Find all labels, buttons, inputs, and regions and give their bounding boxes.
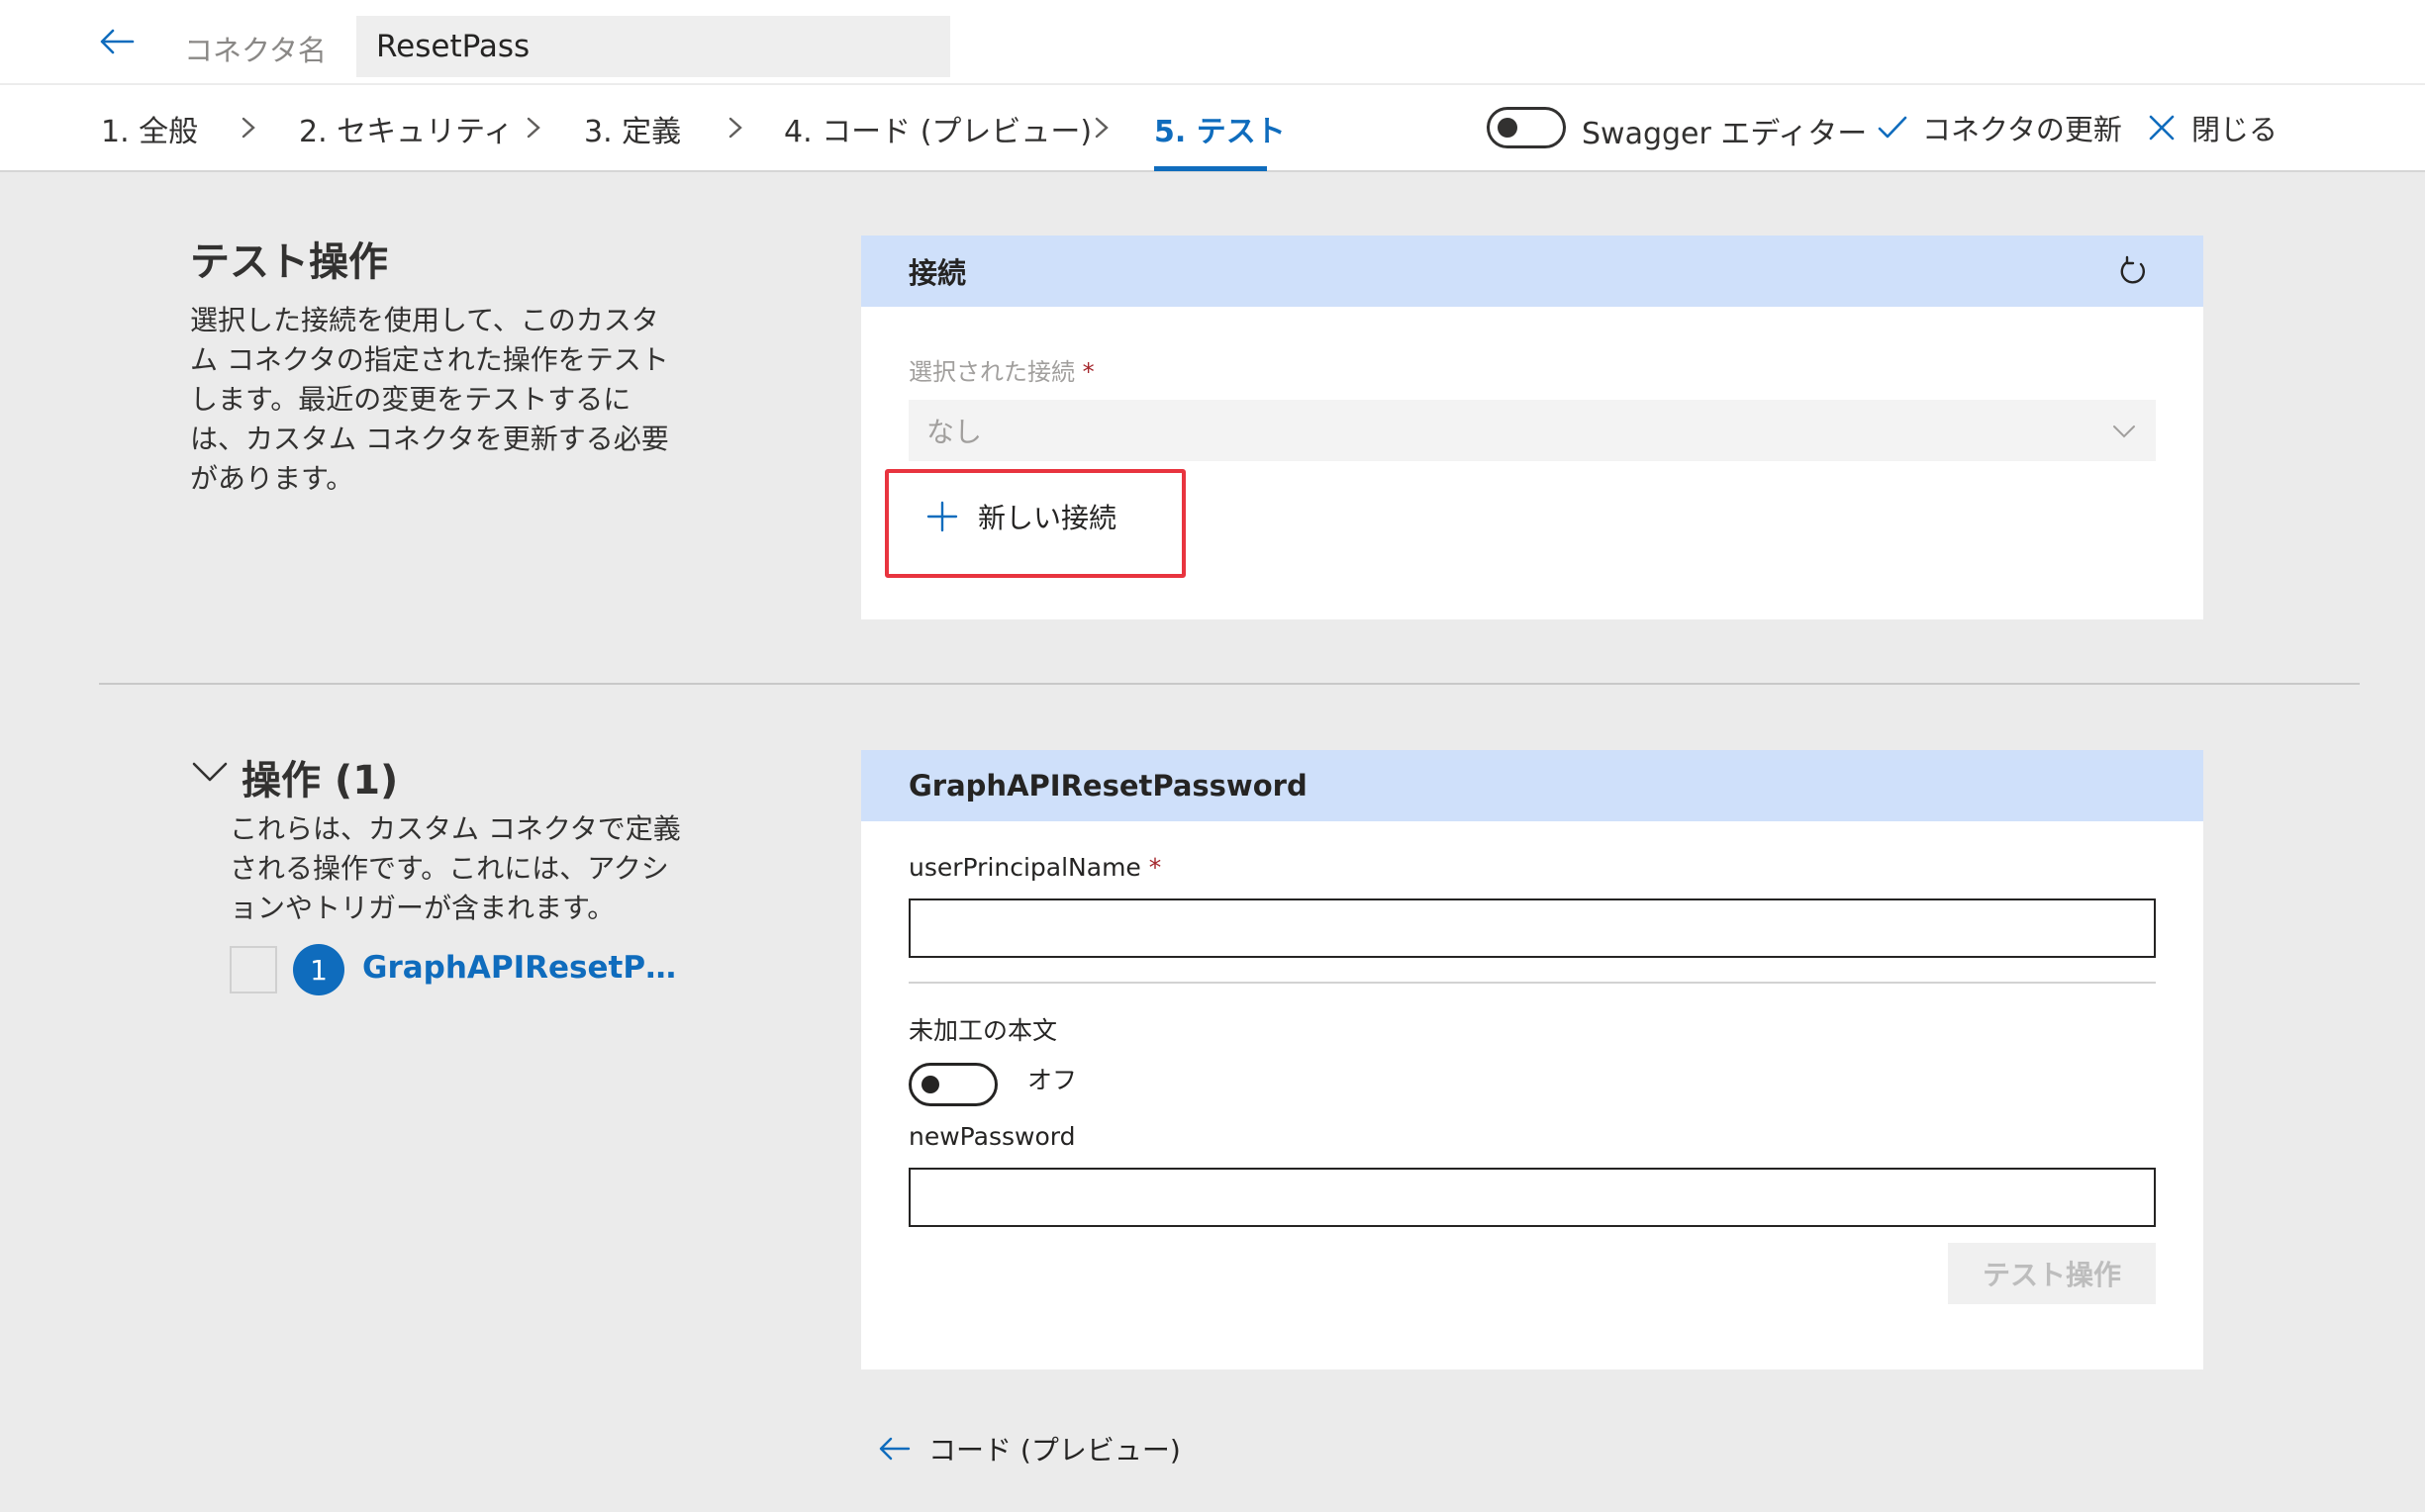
back-link-label: コード (プレビュー) (928, 1434, 1181, 1466)
field-divider (909, 982, 2156, 984)
selected-connection-value: なし (926, 416, 983, 448)
new-connection-button[interactable]: 新しい接続 (924, 497, 1116, 536)
chevron-right-icon (242, 117, 255, 139)
section-divider (99, 683, 2360, 685)
refresh-icon[interactable] (2114, 253, 2152, 291)
user-principal-name-input[interactable] (909, 898, 2156, 958)
header-divider (0, 83, 2425, 85)
top-bar: コネクタ名 1. 全般 2. セキュリティ 3. 定義 4. コード (プレビュ… (0, 0, 2425, 172)
close-button[interactable]: 閉じる (2144, 107, 2278, 148)
toggle-knob (922, 1076, 939, 1093)
swagger-editor-label: Swagger エディター (1582, 117, 1868, 151)
new-connection-label: 新しい接続 (978, 502, 1117, 534)
operation-link[interactable]: GraphAPIResetP… (362, 950, 676, 986)
operation-card-title: GraphAPIResetPassword (909, 769, 1308, 803)
connection-card-title: 接続 (909, 256, 967, 290)
required-mark: * (1148, 853, 1162, 882)
raw-body-label: 未加工の本文 (909, 1016, 1058, 1045)
step-general[interactable]: 1. 全般 (101, 107, 198, 150)
back-to-code-preview-link[interactable]: コード (プレビュー) (877, 1429, 1181, 1468)
test-operation-title: テスト操作 (190, 239, 388, 285)
required-mark: * (1082, 358, 1095, 386)
step-code-preview[interactable]: 4. コード (プレビュー) (784, 107, 1092, 150)
step-definition[interactable]: 3. 定義 (584, 107, 681, 150)
update-connector-label: コネクタの更新 (1922, 113, 2122, 146)
chevron-right-icon (527, 117, 540, 139)
toggle-knob (1498, 118, 1517, 138)
chevron-right-icon (1095, 117, 1109, 139)
arrow-left-icon[interactable] (97, 22, 137, 61)
operations-title: 操作 (1) (242, 758, 399, 803)
connector-name-input[interactable] (356, 16, 950, 77)
checkmark-icon (1878, 116, 1907, 139)
plus-icon (926, 501, 958, 532)
operation-checkbox[interactable] (230, 946, 277, 993)
close-label: 閉じる (2191, 113, 2279, 146)
new-password-label: newPassword (909, 1122, 1076, 1151)
arrow-left-icon (879, 1437, 911, 1461)
selected-connection-dropdown[interactable]: なし (909, 400, 2156, 461)
operation-number-badge: 1 (293, 944, 344, 995)
user-principal-name-label: userPrincipalName * (909, 853, 1162, 882)
step-security[interactable]: 2. セキュリティ (299, 107, 513, 150)
connector-name-label: コネクタ名 (184, 34, 327, 67)
operations-description: これらは、カスタム コネクタで定義される操作です。これには、アクションやトリガー… (230, 812, 681, 924)
selected-connection-label: 選択された接続 * (909, 358, 1095, 386)
connection-card-header: 接続 (861, 236, 2203, 307)
chevron-down-icon (2113, 425, 2135, 438)
raw-body-toggle-state: オフ (1027, 1066, 1078, 1094)
chevron-down-icon[interactable] (190, 752, 230, 792)
operation-card-header: GraphAPIResetPassword (861, 750, 2203, 821)
connection-card: 接続 選択された接続 * なし 新しい接続 (861, 236, 2203, 619)
close-icon (2149, 115, 2175, 141)
update-connector-button[interactable]: コネクタの更新 (1875, 107, 2122, 148)
operation-card: GraphAPIResetPassword userPrincipalName … (861, 750, 2203, 1370)
step-test[interactable]: 5. テスト (1154, 107, 1286, 150)
chevron-right-icon (728, 117, 742, 139)
active-step-indicator (1154, 166, 1267, 171)
swagger-editor-toggle[interactable] (1487, 107, 1566, 148)
test-operation-description: 選択した接続を使用して、このカスタム コネクタの指定された操作をテストします。最… (190, 304, 669, 495)
test-operation-button[interactable]: テスト操作 (1948, 1243, 2156, 1304)
new-password-input[interactable] (909, 1168, 2156, 1227)
raw-body-toggle[interactable] (909, 1063, 998, 1106)
